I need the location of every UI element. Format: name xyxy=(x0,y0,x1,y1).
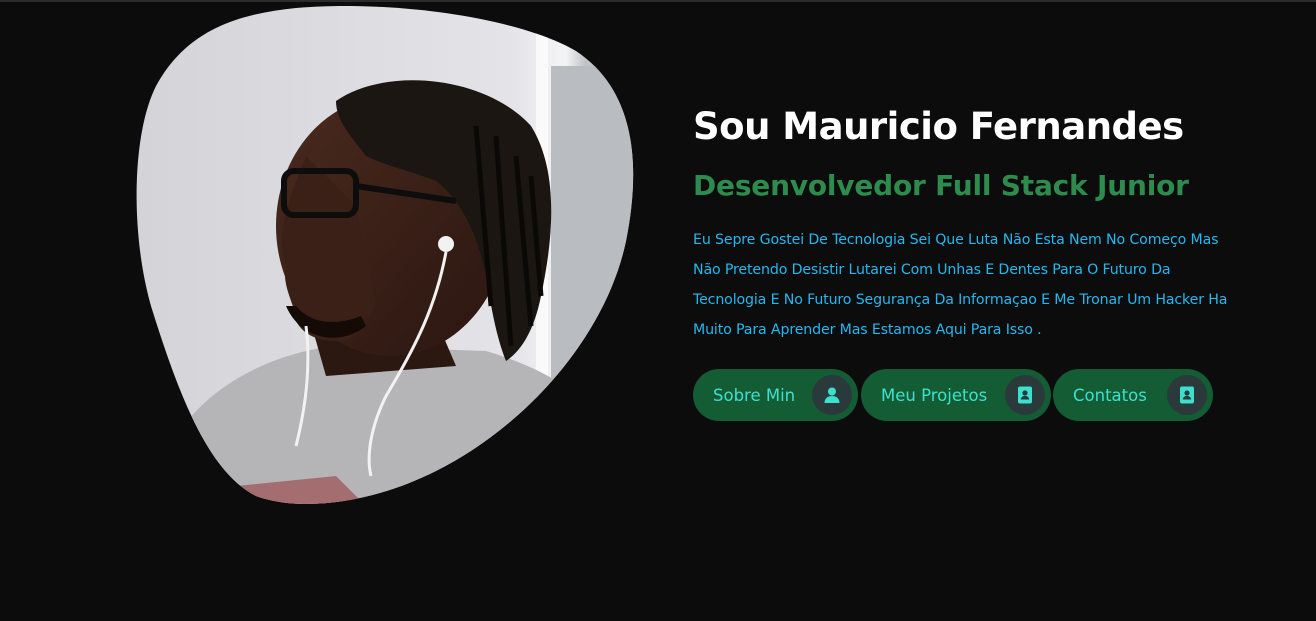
my-projects-button-label: Meu Projetos xyxy=(881,385,988,405)
contacts-button-label: Contatos xyxy=(1073,385,1147,405)
page: Sou Mauricio Fernandes Desenvolvedor Ful… xyxy=(0,0,1316,621)
user-icon xyxy=(812,375,852,415)
profile-role: Desenvolvedor Full Stack Junior xyxy=(693,169,1189,202)
my-projects-button[interactable]: Meu Projetos xyxy=(861,369,1051,421)
profile-name-heading: Sou Mauricio Fernandes xyxy=(693,105,1184,148)
contact-book-icon xyxy=(1167,375,1207,415)
profile-photo-blob xyxy=(136,6,634,504)
profile-photo xyxy=(136,6,636,506)
profile-info: Sou Mauricio Fernandes Desenvolvedor Ful… xyxy=(693,104,1273,345)
about-me-button[interactable]: Sobre Min xyxy=(693,369,858,421)
contacts-button[interactable]: Contatos xyxy=(1053,369,1213,421)
action-buttons: Sobre Min Meu Projetos Contatos xyxy=(693,369,1313,421)
top-divider xyxy=(0,0,1316,2)
about-me-button-label: Sobre Min xyxy=(713,385,796,405)
profile-bio: Eu Sepre Gostei De Tecnologia Sei Que Lu… xyxy=(693,232,1228,338)
contact-book-icon xyxy=(1005,375,1045,415)
